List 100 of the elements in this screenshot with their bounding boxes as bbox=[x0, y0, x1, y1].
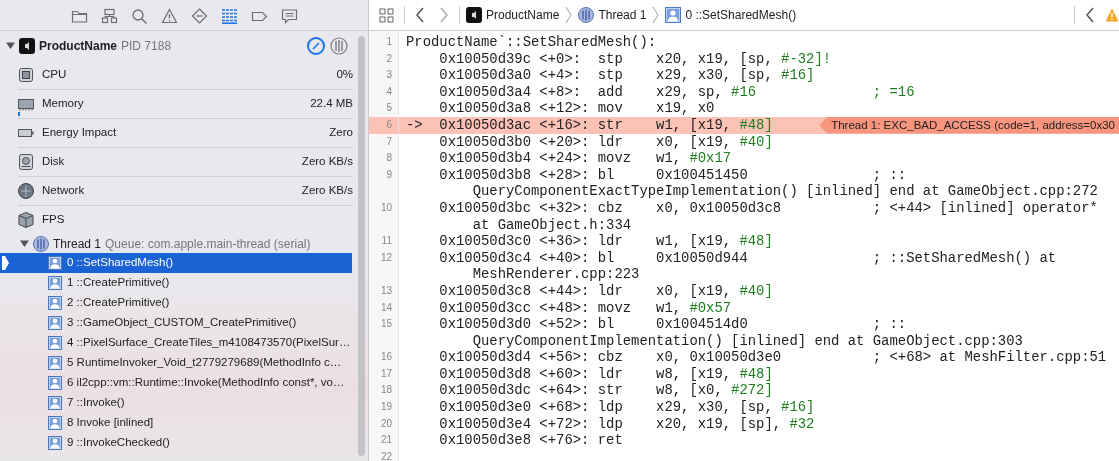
stack-frame-row[interactable]: 3 ::GameObject_CUSTOM_CreatePrimitive() bbox=[0, 313, 352, 333]
cpu-chip-icon bbox=[18, 66, 34, 83]
gauge-icon[interactable] bbox=[306, 35, 326, 56]
stack-frame-row[interactable]: 7 ::Invoke() bbox=[0, 393, 352, 413]
person-frame-icon bbox=[48, 336, 62, 350]
breakpoint-diamond-icon[interactable] bbox=[189, 5, 209, 26]
metric-value: 0% bbox=[336, 66, 353, 82]
stack-frame-row[interactable]: 4 ::PixelSurface_CreateTiles_m4108473570(PixelSur… bbox=[0, 333, 352, 353]
code-line: 0x10050d3a0 <+4>: stp x29, x30, [sp, #16] bbox=[438, 67, 816, 84]
line-number: 17 bbox=[379, 366, 393, 381]
jump-bar-item[interactable]: ProductName bbox=[486, 6, 560, 24]
code-line: 0x10050d3a8 <+12>: mov x19, x0 bbox=[438, 100, 716, 117]
line-number: 3 bbox=[385, 68, 393, 83]
thread-queue: Queue: com.apple.main-thread (serial) bbox=[105, 235, 311, 253]
code-line: 0x10050d3d0 <+52>: bl 0x1004514d0 ; :: bbox=[438, 316, 908, 333]
stack-frame-row[interactable]: 6 il2cpp::vm::Runtime::Invoke(MethodInfo const*, vo… bbox=[0, 373, 352, 393]
chevron-icon bbox=[565, 6, 573, 24]
code-line: 0x10050d3d4 <+56>: cbz x0, 0x10050d3e0 ; <+68> at MeshFilter.cpp:51 bbox=[438, 349, 1108, 366]
metric-value: Zero bbox=[329, 125, 353, 141]
line-number: 5 bbox=[385, 101, 393, 116]
warning-icon[interactable] bbox=[159, 5, 179, 26]
person-frame-icon bbox=[48, 356, 62, 370]
metric-label: Disk bbox=[42, 154, 66, 170]
chevron-icon bbox=[652, 6, 660, 24]
line-number: 12 bbox=[379, 250, 393, 265]
code-line: 0x10050d3b0 <+20>: ldr x0, [x19, #40] bbox=[438, 133, 774, 151]
code-line: 0x10050d39c <+0>: stp x20, x19, [sp, #-32]! bbox=[438, 50, 833, 68]
crash-annotation: Thread 1: EXC_BAD_ACCESS (code=1, address=0x30 bbox=[819, 116, 1119, 134]
code-line: 0x10050d3b8 <+28>: bl 0x100451450 ; :: bbox=[438, 166, 908, 184]
disclosure-triangle[interactable] bbox=[20, 239, 29, 248]
cube-icon bbox=[18, 212, 34, 228]
jump-bar-item[interactable]: Thread 1 bbox=[598, 6, 647, 24]
code-line: 0x10050d3e8 <+76>: ret bbox=[438, 432, 624, 449]
thread-icon bbox=[33, 235, 49, 252]
person-frame-icon bbox=[665, 7, 682, 23]
person-frame-icon bbox=[48, 396, 62, 410]
line-number: 22 bbox=[379, 449, 393, 461]
stack-frame-row[interactable]: 8 Invoke [inlined] bbox=[0, 413, 352, 433]
line-number: 7 bbox=[385, 134, 393, 149]
line-number: 14 bbox=[379, 300, 393, 315]
metric-label: Memory bbox=[42, 96, 85, 112]
metric-label: CPU bbox=[42, 66, 68, 82]
metric-label: FPS bbox=[42, 212, 66, 228]
app-icon bbox=[19, 37, 35, 54]
person-frame-icon bbox=[48, 276, 62, 290]
line-number: 21 bbox=[379, 433, 393, 448]
code-line: at GameObject.h:334 bbox=[471, 216, 633, 234]
line-number: 20 bbox=[379, 416, 393, 431]
stack-frame-row[interactable]: 2 ::CreatePrimitive() bbox=[0, 293, 352, 313]
thread-bars-icon[interactable] bbox=[330, 36, 348, 55]
metric-value: Zero KB/s bbox=[301, 154, 353, 170]
code-line: 0x10050d3b4 <+24>: movz w1, #0x17 bbox=[438, 150, 733, 167]
line-number: 18 bbox=[379, 383, 393, 398]
memory-chip-icon bbox=[18, 96, 34, 112]
person-frame-icon bbox=[48, 416, 62, 430]
metric-label: Energy Impact bbox=[42, 125, 118, 141]
code-line: ProductName`::SetSharedMesh(): bbox=[406, 34, 658, 51]
person-frame-icon bbox=[48, 376, 62, 390]
person-frame-icon bbox=[48, 436, 62, 450]
line-number: 11 bbox=[380, 234, 393, 249]
code-line: 0x10050d3c0 <+36>: ldr w1, [x19, #48] bbox=[438, 233, 774, 250]
code-line: 0x10050d3d8 <+60>: ldr w8, [x19, #48] bbox=[438, 365, 774, 383]
person-frame-icon bbox=[48, 256, 62, 270]
globe-icon bbox=[18, 183, 34, 199]
person-frame-icon bbox=[48, 296, 62, 310]
code-line: 0x10050d3c4 <+40>: bl 0x10050d944 ; ::SetSharedMesh() at bbox=[438, 249, 1058, 267]
stack-frame-row[interactable]: 5 RuntimeInvoker_Void_t2779279689(MethodInfo c… bbox=[0, 353, 352, 373]
metric-label: Network bbox=[42, 183, 86, 199]
current-frame-marker-icon bbox=[2, 256, 9, 270]
line-number: 16 bbox=[379, 350, 393, 365]
app-icon bbox=[466, 7, 482, 23]
code-line: 0x10050d3bc <+32>: cbz x0, 0x10050d3c8 ; <+44> [inlined] operator* bbox=[438, 199, 1099, 217]
stack-frame-row[interactable]: 9 ::InvokeChecked() bbox=[0, 433, 352, 453]
line-number: 13 bbox=[379, 283, 393, 298]
thread-name: Thread 1 bbox=[53, 235, 102, 253]
disclosure-triangle[interactable] bbox=[6, 41, 15, 50]
code-line: MeshRenderer.cpp:223 bbox=[471, 266, 641, 283]
line-number: 19 bbox=[379, 400, 393, 415]
code-line: QueryComponentExactTypeImplementation() [inlined] end at GameObject.cpp:272 bbox=[471, 183, 1099, 200]
line-number: 6 bbox=[369, 116, 398, 134]
line-number: 15 bbox=[379, 317, 393, 332]
stack-frame-row[interactable]: 0 ::SetSharedMesh() bbox=[0, 253, 352, 273]
line-number: 8 bbox=[385, 151, 393, 166]
jump-bar-item[interactable]: 0 ::SetSharedMesh() bbox=[685, 6, 797, 24]
process-name: ProductName bbox=[39, 37, 118, 55]
line-number: 4 bbox=[385, 84, 393, 99]
line-number: 1 bbox=[385, 35, 393, 49]
thread-icon bbox=[578, 7, 595, 23]
person-frame-icon bbox=[48, 316, 62, 330]
code-line: 0x10050d3c8 <+44>: ldr x0, [x19, #40] bbox=[438, 282, 774, 300]
metric-value: 22.4 MB bbox=[310, 96, 353, 112]
code-line: 0x10050d3dc <+64>: str w8, [x0, #272] bbox=[438, 382, 774, 400]
code-line: 0x10050d3e4 <+72>: ldp x20, x19, [sp], #32 bbox=[438, 415, 816, 433]
process-id: PID 7188 bbox=[121, 37, 172, 55]
disk-drive-icon bbox=[18, 154, 34, 170]
metric-value: Zero KB/s bbox=[301, 183, 353, 199]
stack-frame-row[interactable]: 1 ::CreatePrimitive() bbox=[0, 273, 352, 293]
line-number: 9 bbox=[385, 167, 393, 182]
code-line: 0x10050d3a4 <+8>: add x29, sp, #16 ; =16 bbox=[438, 83, 916, 101]
scrollbar-thumb[interactable] bbox=[358, 36, 365, 456]
